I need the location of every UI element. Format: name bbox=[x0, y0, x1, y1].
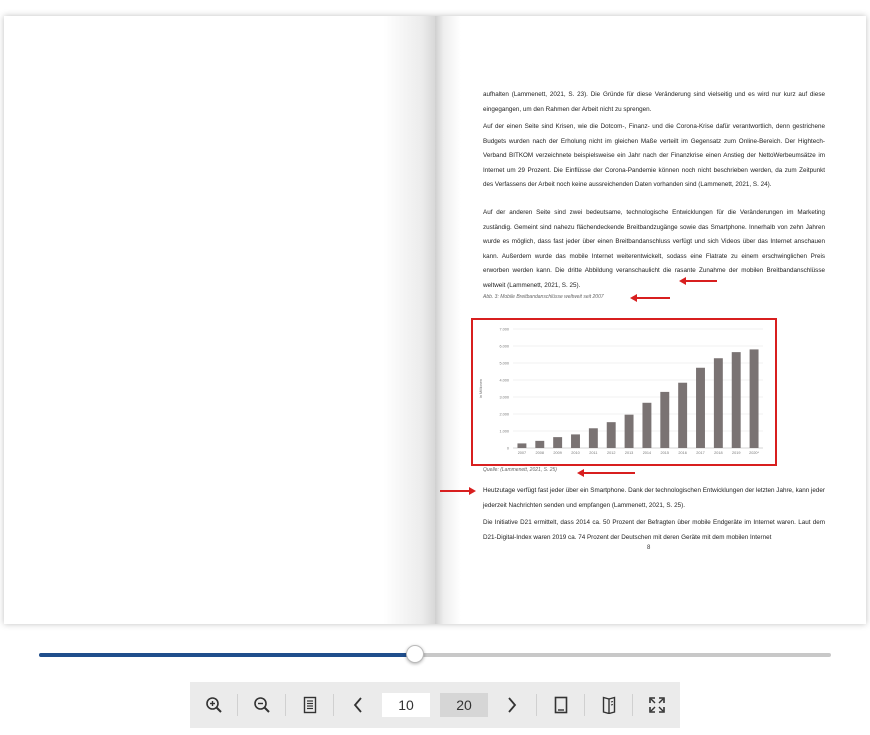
x-tick-label: 2013 bbox=[625, 451, 633, 455]
right-page: aufhalten (Lammenett, 2021, S. 23). Die … bbox=[435, 16, 866, 624]
x-tick-label: 2011 bbox=[589, 451, 597, 455]
toolbar-divider bbox=[632, 694, 633, 716]
annotation-arrow-1 bbox=[679, 277, 717, 285]
zoom-in-icon bbox=[206, 697, 222, 713]
chart-figure: 0 1.000 2.000 3.000 4.000 5.000 6.000 7.000 in M… bbox=[471, 318, 777, 466]
toolbar-divider bbox=[536, 694, 537, 716]
chevron-right-icon bbox=[508, 697, 517, 713]
bar bbox=[588, 428, 598, 448]
previous-page-button[interactable] bbox=[338, 682, 378, 728]
y-tick-label: 7.000 bbox=[499, 328, 509, 332]
y-axis-label: in Millionen bbox=[479, 379, 483, 398]
toolbar-divider bbox=[285, 694, 286, 716]
x-tick-label: 2010 bbox=[571, 451, 579, 455]
bar bbox=[749, 349, 759, 448]
left-page bbox=[4, 16, 435, 624]
bar bbox=[624, 414, 634, 448]
fullscreen-button[interactable] bbox=[637, 682, 677, 728]
chevron-left-icon bbox=[353, 697, 362, 713]
y-tick-label: 2.000 bbox=[499, 413, 509, 417]
y-tick-label: 6.000 bbox=[499, 345, 509, 349]
x-tick-label: 2020* bbox=[749, 451, 759, 455]
slider-handle[interactable] bbox=[406, 645, 425, 663]
bar bbox=[660, 391, 670, 448]
x-tick-label: 2014 bbox=[643, 451, 651, 455]
x-tick-label: 2016 bbox=[678, 451, 686, 455]
double-page-icon bbox=[602, 696, 616, 714]
x-tick-label: 2007 bbox=[518, 451, 526, 455]
zoom-out-icon bbox=[254, 697, 270, 713]
x-tick-label: 2015 bbox=[661, 451, 669, 455]
total-pages: 20 bbox=[440, 693, 488, 717]
slider-progress bbox=[39, 653, 416, 657]
paragraph-5: Die Initiative D21 ermittelt, dass 2014 … bbox=[483, 519, 825, 541]
y-tick-label: 1.000 bbox=[499, 430, 509, 434]
annotation-arrow-2 bbox=[630, 294, 670, 302]
y-tick-label: 4.000 bbox=[499, 379, 509, 383]
bar bbox=[571, 434, 580, 448]
zoom-in-button[interactable] bbox=[194, 682, 234, 728]
toolbar-divider bbox=[237, 694, 238, 716]
next-page-button[interactable] bbox=[492, 682, 532, 728]
toolbar-divider bbox=[584, 694, 585, 716]
document-icon bbox=[303, 696, 317, 714]
table-of-contents-button[interactable] bbox=[290, 682, 330, 728]
fullscreen-icon bbox=[649, 697, 665, 713]
x-tick-label: 2017 bbox=[696, 451, 704, 455]
paragraph-3: Auf der anderen Seite sind zwei bedeutsa… bbox=[483, 209, 825, 289]
viewer-toolbar: 20 bbox=[190, 682, 680, 728]
page-slider[interactable] bbox=[39, 645, 831, 663]
zoom-out-button[interactable] bbox=[242, 682, 282, 728]
y-tick-label: 5.000 bbox=[499, 362, 509, 366]
x-tick-label: 2012 bbox=[607, 451, 615, 455]
double-page-view-button[interactable] bbox=[589, 682, 629, 728]
x-tick-label: 2009 bbox=[553, 451, 561, 455]
bar bbox=[731, 352, 741, 448]
y-tick-label: 0 bbox=[507, 447, 509, 451]
bar bbox=[535, 440, 545, 448]
bar bbox=[696, 367, 705, 448]
page-number: 8 bbox=[647, 545, 651, 551]
x-tick-label: 2018 bbox=[714, 451, 722, 455]
paragraph-2: Auf der einen Seite sind Krisen, wie die… bbox=[483, 123, 825, 189]
single-page-icon bbox=[554, 696, 568, 714]
bar bbox=[642, 402, 652, 448]
bar bbox=[606, 422, 616, 448]
y-tick-label: 3.000 bbox=[499, 396, 509, 400]
source-caption: Quelle: (Lammenett, 2021, S. 25) bbox=[483, 467, 557, 473]
book-viewer: aufhalten (Lammenett, 2021, S. 23). Die … bbox=[4, 16, 866, 624]
bar bbox=[553, 437, 563, 448]
x-tick-label: 2008 bbox=[536, 451, 544, 455]
bar bbox=[713, 358, 723, 448]
paragraph-4: Heutzutage verfügt fast jeder über ein S… bbox=[483, 487, 825, 509]
annotation-arrow-3 bbox=[577, 469, 635, 477]
toolbar-divider bbox=[333, 694, 334, 716]
bar-chart: 0 1.000 2.000 3.000 4.000 5.000 6.000 7.000 in M… bbox=[479, 328, 763, 455]
current-page-input[interactable] bbox=[382, 693, 430, 717]
bar bbox=[678, 382, 688, 448]
paragraph-1: aufhalten (Lammenett, 2021, S. 23). Die … bbox=[483, 91, 825, 113]
annotation-arrow-4 bbox=[440, 487, 476, 495]
figure-caption: Abb. 3: Mobile Breitbandanschlüsse weltw… bbox=[483, 294, 604, 300]
single-page-view-button[interactable] bbox=[541, 682, 581, 728]
x-tick-label: 2019 bbox=[732, 451, 740, 455]
bar bbox=[517, 443, 527, 448]
